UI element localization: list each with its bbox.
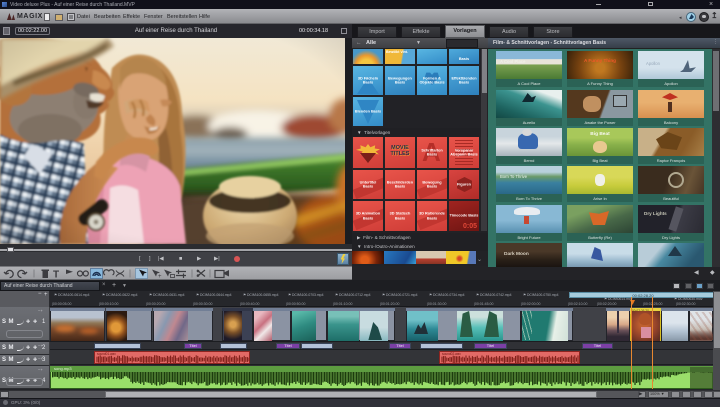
svg-text:+: +: [158, 274, 162, 279]
svg-text:T: T: [53, 269, 59, 279]
